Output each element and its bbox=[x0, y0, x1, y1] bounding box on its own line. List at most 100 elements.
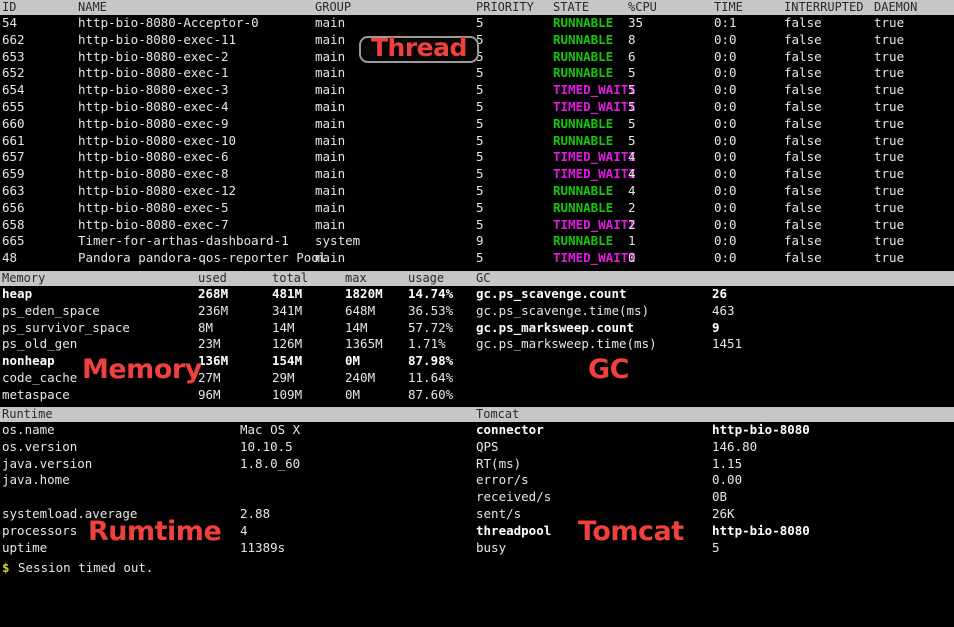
runtime-property-name: os.version bbox=[2, 438, 78, 454]
thread-state: RUNNABLE bbox=[553, 182, 614, 198]
thread-column-header-interrupted[interactable]: INTERRUPTED bbox=[784, 0, 863, 15]
thread-time: 0:0 bbox=[714, 182, 737, 198]
table-row[interactable]: 48 Pandora pandora-qos-reporter Pool main 5… bbox=[0, 250, 954, 267]
thread-state: TIMED_WAITI bbox=[553, 216, 636, 232]
memory-pool-name: heap bbox=[2, 286, 33, 301]
thread-priority: 5 bbox=[476, 199, 484, 215]
runtime-property-name: systemload.average bbox=[2, 505, 138, 521]
thread-id: 656 bbox=[2, 199, 25, 215]
thread-name: http-bio-8080-exec-5 bbox=[78, 199, 229, 215]
memory-total: 14M bbox=[272, 319, 295, 335]
thread-interrupted: false bbox=[784, 166, 822, 182]
thread-column-header-priority[interactable]: PRIORITY bbox=[476, 0, 534, 15]
thread-interrupted: false bbox=[784, 149, 822, 165]
memory-max: 0M bbox=[345, 353, 361, 369]
table-row[interactable]: 660 http-bio-8080-exec-9 main 5 RUNNABLE 5 0:0… bbox=[0, 116, 954, 133]
thread-group: main bbox=[315, 132, 346, 148]
table-row[interactable]: 659 http-bio-8080-exec-8 main 5 TIMED_WAITI 4… bbox=[0, 166, 954, 183]
memory-column-header-used[interactable]: used bbox=[198, 271, 227, 286]
memory-gc-row: metaspace 96M 109M 0M 87.60% bbox=[0, 387, 954, 404]
memory-gc-row: ps_survivor_space 8M 14M 14M 57.72% gc.ps_mar… bbox=[0, 320, 954, 337]
runtime-property-name: processors bbox=[2, 522, 78, 538]
runtime-tomcat-body: os.name Mac OS Xconnector http-bio-8080 os.… bbox=[0, 422, 954, 556]
thread-daemon: true bbox=[874, 48, 905, 64]
memory-column-header-usage[interactable]: usage bbox=[408, 271, 444, 286]
table-row[interactable]: 653 http-bio-8080-exec-2 main 5 RUNNABLE 6 0:0… bbox=[0, 49, 954, 66]
thread-priority: 5 bbox=[476, 48, 484, 64]
thread-daemon: true bbox=[874, 250, 905, 266]
memory-column-header-total[interactable]: total bbox=[272, 271, 308, 286]
table-row[interactable]: 665 Timer-for-arthas-dashboard-1 system 9 RU… bbox=[0, 233, 954, 250]
tomcat-metric-name: error/s bbox=[476, 472, 529, 488]
thread-id: 48 bbox=[2, 250, 18, 266]
thread-group: main bbox=[315, 250, 346, 266]
thread-column-header-name[interactable]: NAME bbox=[78, 0, 107, 15]
thread-time: 0:0 bbox=[714, 149, 737, 165]
memory-gc-row: heap 268M 481M 1820M 14.74% gc.ps_scavenge.co… bbox=[0, 286, 954, 303]
thread-daemon: true bbox=[874, 216, 905, 232]
thread-cpu: 5 bbox=[628, 115, 636, 131]
memory-section-title: Memory bbox=[2, 271, 46, 285]
thread-daemon: true bbox=[874, 98, 905, 114]
table-row[interactable]: 657 http-bio-8080-exec-6 main 5 TIMED_WAITI 4… bbox=[0, 149, 954, 166]
thread-column-header-daemon[interactable]: DAEMON bbox=[874, 0, 917, 15]
table-row[interactable]: 658 http-bio-8080-exec-7 main 5 TIMED_WAITI 2… bbox=[0, 217, 954, 234]
tomcat-metric-value: 26K bbox=[712, 505, 735, 521]
thread-time: 0:0 bbox=[714, 31, 737, 47]
thread-column-header-cpu[interactable]: %CPU bbox=[628, 0, 657, 15]
tomcat-metric-name: received/s bbox=[476, 489, 552, 505]
thread-column-header-state[interactable]: STATE bbox=[553, 0, 589, 15]
thread-priority: 5 bbox=[476, 132, 484, 148]
thread-time: 0:0 bbox=[714, 233, 737, 249]
thread-priority: 5 bbox=[476, 216, 484, 232]
memory-usage: 36.53% bbox=[408, 302, 454, 318]
thread-interrupted: false bbox=[784, 199, 822, 215]
runtime-property-name: java.version bbox=[2, 455, 93, 471]
tomcat-metric-name: busy bbox=[476, 539, 507, 555]
table-row[interactable]: 656 http-bio-8080-exec-5 main 5 RUNNABLE 2 0:0… bbox=[0, 200, 954, 217]
table-row[interactable]: 54 http-bio-8080-Acceptor-0 main 5 RUNNABLE 3… bbox=[0, 15, 954, 32]
table-row[interactable]: 662 http-bio-8080-exec-11 main 5 RUNNABLE 8 0:… bbox=[0, 32, 954, 49]
thread-priority: 5 bbox=[476, 82, 484, 98]
thread-interrupted: false bbox=[784, 82, 822, 98]
thread-name: http-bio-8080-exec-7 bbox=[78, 216, 229, 232]
thread-id: 654 bbox=[2, 82, 25, 98]
table-row[interactable]: 654 http-bio-8080-exec-3 main 5 TIMED_WAITI 5… bbox=[0, 82, 954, 99]
tomcat-metric-name: QPS bbox=[476, 438, 499, 454]
memory-pool-name: ps_survivor_space bbox=[2, 319, 130, 335]
memory-used: 23M bbox=[198, 336, 221, 352]
thread-cpu: 5 bbox=[628, 65, 636, 81]
table-row[interactable]: 663 http-bio-8080-exec-12 main 5 RUNNABLE 4 0:… bbox=[0, 183, 954, 200]
memory-used: 27M bbox=[198, 369, 221, 385]
tomcat-metric-name: RT(ms) bbox=[476, 455, 522, 471]
thread-state: TIMED_WAITI bbox=[553, 149, 636, 165]
thread-column-header-group[interactable]: GROUP bbox=[315, 0, 351, 15]
thread-cpu: 8 bbox=[628, 31, 636, 47]
thread-priority: 5 bbox=[476, 31, 484, 47]
thread-cpu: 2 bbox=[628, 216, 636, 232]
thread-name: Pandora pandora-qos-reporter Pool bbox=[78, 250, 327, 266]
thread-cpu: 4 bbox=[628, 166, 636, 182]
thread-time: 0:0 bbox=[714, 82, 737, 98]
memory-used: 96M bbox=[198, 386, 221, 402]
thread-cpu: 35 bbox=[628, 15, 644, 30]
thread-id: 54 bbox=[2, 15, 18, 30]
thread-column-header-time[interactable]: TIME bbox=[714, 0, 743, 15]
thread-cpu: 2 bbox=[628, 199, 636, 215]
table-row[interactable]: 655 http-bio-8080-exec-4 main 5 TIMED_WAITI 5… bbox=[0, 99, 954, 116]
thread-table-header: ID NAME GROUP PRIORITY STATE %CPU TIME INTERRUP… bbox=[0, 0, 954, 15]
runtime-property-name: java.home bbox=[2, 472, 70, 488]
table-row[interactable]: 652 http-bio-8080-exec-1 main 5 RUNNABLE 5 0:0… bbox=[0, 65, 954, 82]
tomcat-metric-name: sent/s bbox=[476, 505, 522, 521]
gc-metric-value: 9 bbox=[712, 319, 720, 335]
memory-max: 1365M bbox=[345, 336, 383, 352]
thread-column-header-id[interactable]: ID bbox=[2, 0, 16, 15]
memory-gc-row: code_cache 27M 29M 240M 11.64% bbox=[0, 370, 954, 387]
memory-used: 268M bbox=[198, 286, 229, 301]
table-row[interactable]: 661 http-bio-8080-exec-10 main 5 RUNNABLE 5 0:… bbox=[0, 133, 954, 150]
memory-gc-row: ps_eden_space 236M 341M 648M 36.53% gc.ps_sca… bbox=[0, 303, 954, 320]
thread-name: http-bio-8080-exec-1 bbox=[78, 65, 229, 81]
memory-column-header-max[interactable]: max bbox=[345, 271, 367, 286]
thread-name: http-bio-8080-exec-9 bbox=[78, 115, 229, 131]
thread-cpu: 1 bbox=[628, 233, 636, 249]
